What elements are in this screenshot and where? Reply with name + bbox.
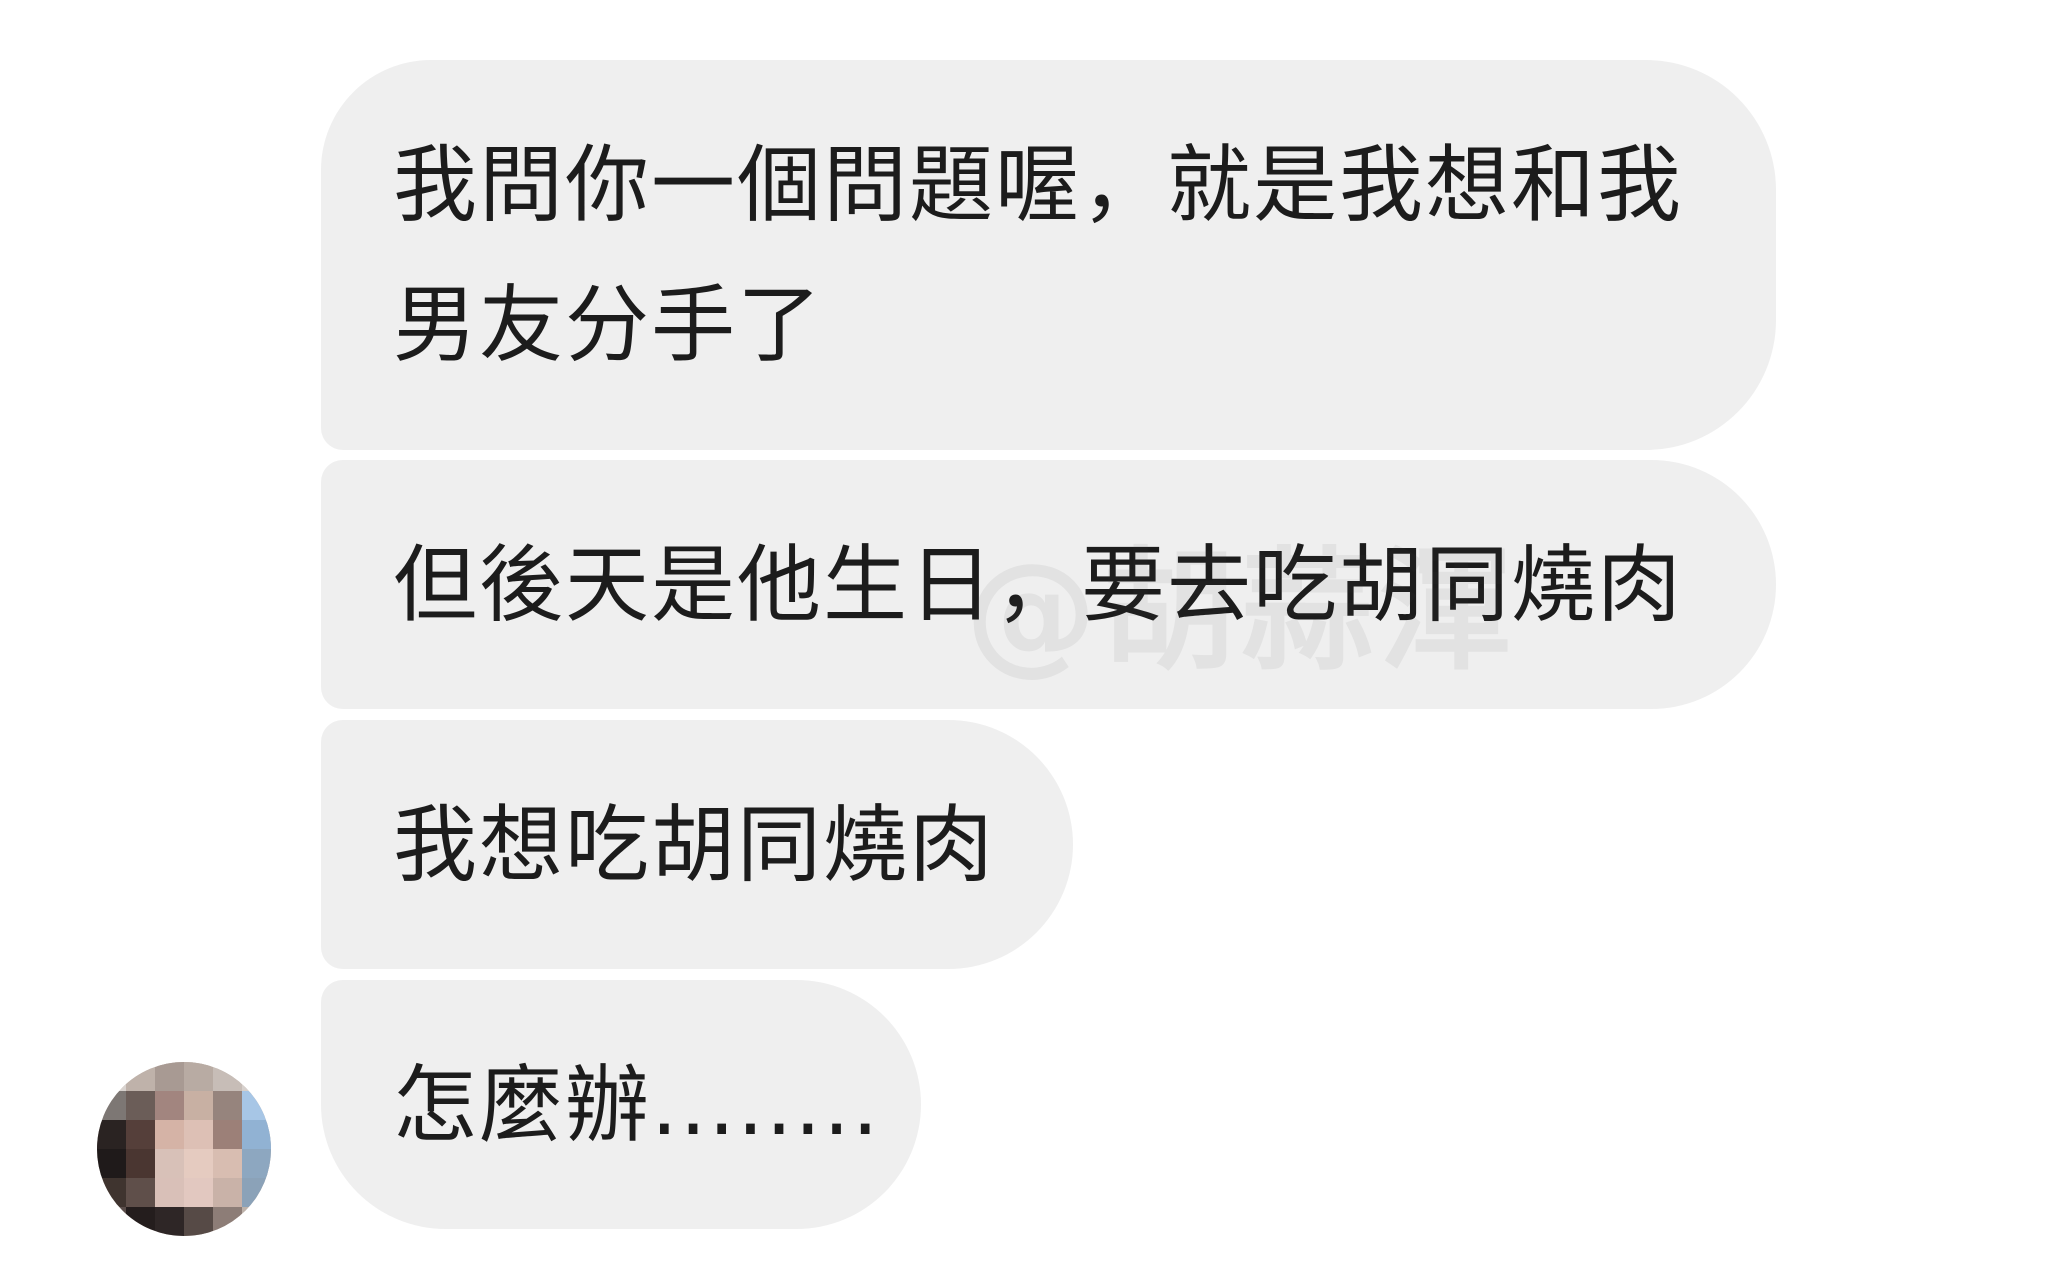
message-bubble[interactable]: 我想吃胡同燒肉 [321,720,1073,969]
chat-thread: 我問你一個問題喔，就是我想和我 男友分手了 但後天是他生日，要去吃胡同燒肉 我想… [0,0,2048,1264]
avatar[interactable] [97,1062,271,1236]
message-text-line: 我問你一個問題喔，就是我想和我 [393,136,1684,234]
message-text-line: 但後天是他生日，要去吃胡同燒肉 [393,536,1684,634]
pixelated-avatar-icon [97,1062,271,1236]
message-bubble[interactable]: 但後天是他生日，要去吃胡同燒肉 [321,460,1776,709]
message-text-line: 我想吃胡同燒肉 [393,796,996,894]
message-text-line: 怎麼辦........ [393,1056,881,1154]
message-bubble[interactable]: 我問你一個問題喔，就是我想和我 男友分手了 [321,60,1776,450]
message-text-line: 男友分手了 [393,276,824,374]
message-bubble[interactable]: 怎麼辦........ [321,980,921,1229]
